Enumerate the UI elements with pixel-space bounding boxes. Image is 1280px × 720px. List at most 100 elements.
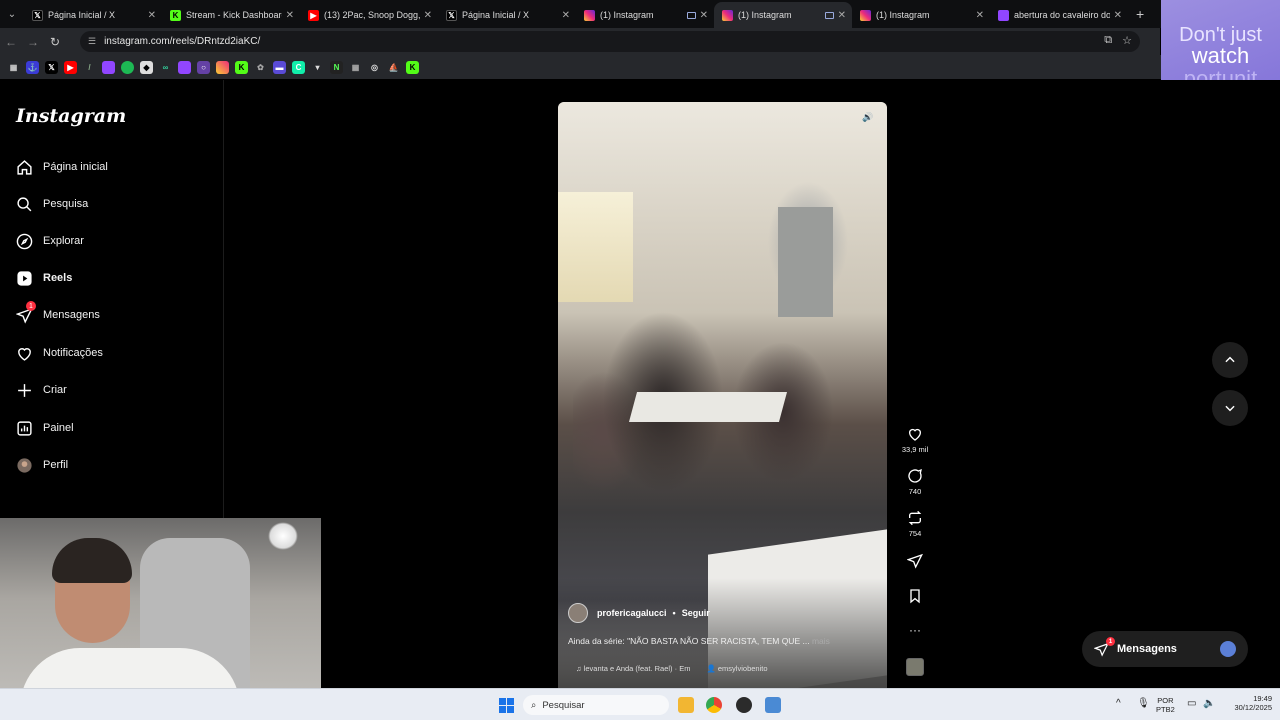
compass-icon	[16, 233, 33, 249]
bookmark-icon[interactable]: N	[330, 60, 343, 74]
network-icon[interactable]: ▭	[1187, 698, 1196, 709]
apps-grid-icon[interactable]: ▦	[7, 61, 20, 74]
nav-home[interactable]: Página inicial	[16, 156, 108, 178]
bookmark-icon[interactable]: /	[83, 61, 96, 74]
microphone-icon[interactable]: 🎙	[1137, 698, 1150, 709]
forward-icon[interactable]: →	[22, 35, 44, 49]
tab-3[interactable]: ▶ (13) 2Pac, Snoop Dogg, N ✕	[300, 2, 438, 28]
author-username[interactable]: profericagalucci	[597, 608, 667, 618]
app-icon[interactable]	[765, 697, 781, 713]
new-tab-button[interactable]: +	[1136, 6, 1144, 22]
reel-caption[interactable]: Ainda da série: "NÃO BASTA NÃO SER RACIS…	[568, 636, 830, 646]
tab-7[interactable]: (1) Instagram ✕	[852, 2, 990, 28]
windows-start-icon[interactable]	[499, 698, 514, 713]
reel-collab[interactable]: 👤 emsylviobenito	[706, 664, 767, 673]
reload-icon[interactable]: ↻	[44, 35, 66, 49]
clock[interactable]: 19:49 30/12/2025	[1226, 694, 1272, 712]
more-options-icon[interactable]: ···	[900, 623, 930, 637]
save-button[interactable]	[900, 588, 930, 607]
reel-audio[interactable]: ♫ levanta e Anda (feat. Rael) · Em	[576, 664, 690, 673]
reel-video[interactable]: 🔊 profericagalucci • Seguir Ainda da sér…	[558, 102, 887, 688]
follow-button[interactable]: Seguir	[682, 608, 710, 618]
volume-icon[interactable]: 🔈	[1203, 698, 1215, 709]
messages-button[interactable]: 1 Mensagens	[1082, 631, 1248, 667]
chevron-up-icon[interactable]: ^	[1116, 698, 1121, 709]
next-reel-button[interactable]	[1212, 390, 1248, 426]
author-avatar[interactable]	[568, 603, 588, 623]
nav-label: Explorar	[43, 235, 84, 247]
bookmark-icon[interactable]: ⚓	[26, 60, 39, 74]
repost-icon	[908, 510, 922, 526]
file-explorer-icon[interactable]	[678, 697, 694, 713]
kick-icon[interactable]: K	[235, 60, 248, 74]
nav-search[interactable]: Pesquisa	[16, 193, 88, 215]
back-icon[interactable]: ←	[0, 35, 22, 49]
site-info-icon[interactable]: ☰	[88, 36, 96, 47]
instagram-icon[interactable]	[216, 60, 229, 74]
tab-6[interactable]: (1) Instagram ✕	[714, 2, 852, 28]
nav-notifications[interactable]: Notificações	[16, 342, 103, 364]
bookmark-icon[interactable]: ▬	[273, 60, 286, 74]
like-button[interactable]: 33,9 mil	[900, 426, 930, 454]
nav-explore[interactable]: Explorar	[16, 230, 84, 252]
nav-create[interactable]: Criar	[16, 379, 67, 401]
bookmark-icon[interactable]: ◎	[368, 61, 381, 74]
install-app-icon[interactable]: ⧉	[1104, 34, 1112, 47]
keyboard-layout[interactable]: POR PTB2	[1156, 696, 1175, 714]
nav-messages[interactable]: 1 Mensagens	[16, 301, 100, 326]
tab-5[interactable]: (1) Instagram ✕	[576, 2, 714, 28]
tab-1[interactable]: 𝕏 Página Inicial / X ✕	[24, 2, 162, 28]
search-placeholder: Pesquisar	[542, 699, 585, 711]
nav-label: Mensagens	[43, 309, 100, 321]
repost-count: 754	[908, 529, 922, 538]
twitch-icon[interactable]	[178, 60, 191, 74]
tab-8[interactable]: abertura do cavaleiro do ✕	[990, 2, 1128, 28]
tab-2[interactable]: K Stream - Kick Dashboard ✕	[162, 2, 300, 28]
close-icon[interactable]: ✕	[424, 10, 432, 21]
more-link[interactable]: mais	[812, 636, 830, 646]
spotify-icon[interactable]	[121, 60, 134, 74]
nav-reels[interactable]: Reels	[16, 267, 72, 289]
close-icon[interactable]: ✕	[700, 10, 708, 21]
audio-thumbnail[interactable]	[906, 658, 924, 676]
caption-text: Ainda da série: "NÃO BASTA NÃO SER RACIS…	[568, 636, 810, 646]
nav-profile[interactable]: Perfil	[16, 454, 68, 476]
close-icon[interactable]: ✕	[838, 10, 846, 21]
x-icon[interactable]: 𝕏	[45, 60, 58, 74]
bookmark-icon[interactable]: ∞	[159, 61, 172, 74]
chrome-icon[interactable]	[706, 697, 722, 713]
bookmark-icon[interactable]: ✿	[254, 61, 267, 74]
bookmark-icon[interactable]: ⛵	[387, 61, 400, 74]
close-icon[interactable]: ✕	[148, 10, 156, 21]
close-icon[interactable]: ✕	[976, 10, 984, 21]
close-icon[interactable]: ✕	[562, 10, 570, 21]
comment-button[interactable]: 740	[900, 468, 930, 496]
previous-reel-button[interactable]	[1212, 342, 1248, 378]
tab-search-button[interactable]: ⌄	[0, 0, 24, 28]
youtube-icon[interactable]: ▶	[64, 60, 77, 74]
obs-icon[interactable]	[736, 697, 752, 713]
share-button[interactable]	[900, 553, 930, 572]
bookmark-star-icon[interactable]: ☆	[1122, 34, 1132, 47]
tab-title: (1) Instagram	[876, 10, 930, 20]
bookmark-icon[interactable]: ▦	[349, 61, 362, 74]
date-label: 30/12/2025	[1234, 703, 1272, 712]
tab-4[interactable]: 𝕏 Página Inicial / X ✕	[438, 2, 576, 28]
bookmark-icon[interactable]: ○	[197, 60, 210, 74]
kick-icon[interactable]: K	[406, 60, 419, 74]
reel-author[interactable]: profericagalucci • Seguir	[568, 603, 710, 623]
nav-dashboard[interactable]: Painel	[16, 417, 74, 439]
bookmark-icon[interactable]: C	[292, 60, 305, 74]
repost-button[interactable]: 754	[900, 510, 930, 538]
nav-label: Notificações	[43, 347, 103, 359]
url-bar[interactable]: ☰ instagram.com/reels/DRntzd2iaKC/ ⧉ ☆	[80, 31, 1140, 52]
bookmark-icon[interactable]: ▾	[311, 61, 324, 74]
taskbar-search[interactable]: ⌕ Pesquisar	[523, 695, 669, 715]
twitch-icon[interactable]	[102, 60, 115, 74]
search-icon: ⌕	[531, 699, 537, 711]
volume-icon[interactable]: 🔊	[862, 112, 878, 128]
bookmark-icon[interactable]: ◆	[140, 60, 153, 74]
instagram-logo[interactable]: Instagram	[16, 105, 126, 127]
close-icon[interactable]: ✕	[1114, 10, 1122, 21]
close-icon[interactable]: ✕	[286, 10, 294, 21]
